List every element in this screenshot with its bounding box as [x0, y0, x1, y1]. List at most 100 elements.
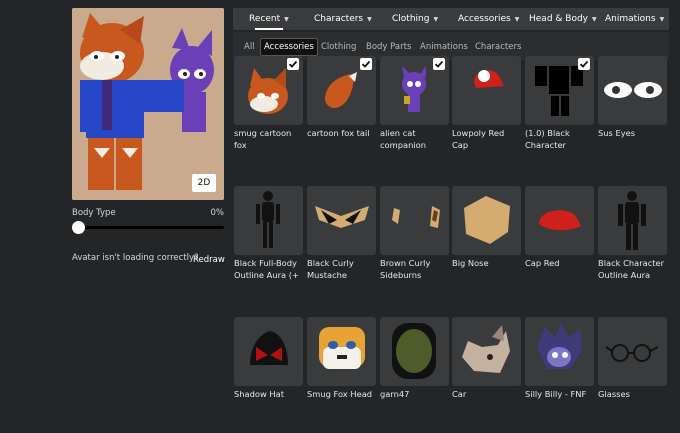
item-card[interactable]: Smug Fox Head	[307, 317, 376, 400]
avatar-preview: 2D	[72, 8, 224, 200]
item-tile[interactable]	[452, 56, 521, 125]
item-tile[interactable]	[452, 186, 521, 255]
item-name: Black Full-Body Outline Aura (+	[234, 258, 299, 280]
outline-figure-icon	[618, 191, 646, 250]
item-card[interactable]: Lowpoly Red Cap	[452, 56, 521, 151]
item-tile[interactable]	[380, 317, 449, 386]
sideburns-icon	[392, 206, 440, 228]
item-name: Black Character Outline Aura	[598, 258, 665, 280]
tab-characters[interactable]: Characters ▼	[314, 8, 372, 30]
equipped-check-icon	[433, 58, 445, 70]
tab-label: Characters	[314, 14, 364, 24]
item-name: cartoon fox tail	[307, 128, 370, 138]
item-name: Glasses	[598, 389, 630, 399]
tab-label: Accessories	[458, 14, 511, 24]
category-nav: Recent ▼ Characters ▼ Clothing ▼ Accessorie…	[233, 8, 669, 30]
body-type-slider-thumb[interactable]	[72, 221, 85, 234]
body-type-label: Body Type	[72, 208, 116, 218]
item-card[interactable]: Brown Curly Sideburns	[380, 186, 449, 281]
subtab-animations[interactable]: Animations	[417, 38, 471, 56]
tab-label: Clothing	[392, 14, 430, 24]
item-tile[interactable]	[380, 56, 449, 125]
nose-icon	[464, 196, 510, 244]
item-card[interactable]: Glasses	[598, 317, 667, 400]
item-tile[interactable]	[307, 317, 376, 386]
item-tile[interactable]	[598, 186, 667, 255]
item-name: Silly Billy - FNF	[525, 389, 587, 399]
item-name: alien cat companion	[380, 128, 426, 150]
item-name: Smug Fox Head	[307, 389, 373, 399]
tab-recent[interactable]: Recent ▼	[249, 8, 289, 30]
outline-figure-icon	[256, 191, 280, 248]
subtab-characters[interactable]: Characters	[472, 38, 524, 56]
item-tile[interactable]	[525, 56, 594, 125]
subtab-clothing[interactable]: Clothing	[318, 38, 359, 56]
equipped-check-icon	[287, 58, 299, 70]
item-name: Brown Curly Sideburns	[380, 258, 431, 280]
mustache-icon	[315, 206, 369, 228]
subtab-body-parts[interactable]: Body Parts	[363, 38, 414, 56]
item-tile[interactable]	[234, 186, 303, 255]
tab-label: Head & Body	[529, 14, 588, 24]
body-type-row: Body Type 0%	[72, 208, 224, 218]
fox-head-icon	[319, 327, 365, 369]
item-card[interactable]: Silly Billy - FNF	[525, 317, 594, 400]
redraw-button[interactable]: Redraw	[193, 255, 225, 265]
item-name: garn47	[380, 389, 410, 399]
hair-icon	[537, 323, 581, 369]
tab-clothing[interactable]: Clothing ▼	[392, 8, 438, 30]
item-tile[interactable]	[234, 317, 303, 386]
item-tile[interactable]	[307, 56, 376, 125]
item-card[interactable]: Big Nose	[452, 186, 521, 269]
item-name: Lowpoly Red Cap	[452, 128, 505, 150]
item-name: Cap Red	[525, 258, 560, 268]
item-tile[interactable]	[525, 186, 594, 255]
tab-animations[interactable]: Animations ▼	[605, 8, 664, 30]
item-tile[interactable]	[380, 186, 449, 255]
subtab-all[interactable]: All	[241, 38, 258, 56]
chevron-down-icon: ▼	[367, 15, 372, 23]
item-name: (1.0) Black Character	[525, 128, 570, 150]
item-card[interactable]: Cap Red	[525, 186, 594, 269]
face-icon	[392, 323, 436, 379]
item-card[interactable]: cartoon fox tail	[307, 56, 376, 139]
subtab-accessories[interactable]: Accessories	[260, 38, 318, 56]
cap-icon	[539, 210, 581, 231]
item-card[interactable]: Black Full-Body Outline Aura (+	[234, 186, 303, 281]
chevron-down-icon: ▼	[433, 15, 439, 23]
item-tile[interactable]	[452, 317, 521, 386]
tab-head-body[interactable]: Head & Body ▼	[529, 8, 597, 30]
item-tile[interactable]	[307, 186, 376, 255]
item-card[interactable]: Sus Eyes	[598, 56, 667, 139]
item-card[interactable]: smug cartoon fox	[234, 56, 303, 151]
item-card[interactable]: Shadow Hat	[234, 317, 303, 400]
avatar-render	[72, 8, 224, 200]
item-tile[interactable]	[234, 56, 303, 125]
item-tile[interactable]	[598, 56, 667, 125]
avatar-loading-message: Avatar isn't loading correctly?	[72, 253, 199, 263]
glasses-icon	[605, 344, 659, 362]
item-card[interactable]: alien cat companion	[380, 56, 449, 151]
chevron-down-icon: ▼	[592, 15, 597, 23]
item-name: smug cartoon fox	[234, 128, 292, 150]
item-tile[interactable]	[525, 317, 594, 386]
tab-accessories[interactable]: Accessories ▼	[458, 8, 519, 30]
red-cap-icon	[474, 70, 504, 88]
view-2d-toggle[interactable]: 2D	[192, 174, 216, 192]
cat-head-icon	[462, 325, 510, 373]
item-card[interactable]: Black Character Outline Aura	[598, 186, 667, 281]
item-name: Big Nose	[452, 258, 489, 268]
item-tile[interactable]	[598, 317, 667, 386]
item-card[interactable]: Car	[452, 317, 521, 400]
item-card[interactable]: (1.0) Black Character	[525, 56, 594, 151]
tab-label: Recent	[249, 14, 281, 24]
item-name: Car	[452, 389, 467, 399]
body-type-value: 0%	[210, 208, 225, 218]
body-type-slider-track[interactable]	[72, 226, 224, 229]
hat-icon	[250, 331, 288, 365]
tab-label: Animations	[605, 14, 656, 24]
item-card[interactable]: Black Curly Mustache	[307, 186, 376, 281]
item-card[interactable]: garn47	[380, 317, 449, 400]
chevron-down-icon: ▼	[514, 15, 520, 23]
chevron-down-icon: ▼	[284, 15, 289, 23]
